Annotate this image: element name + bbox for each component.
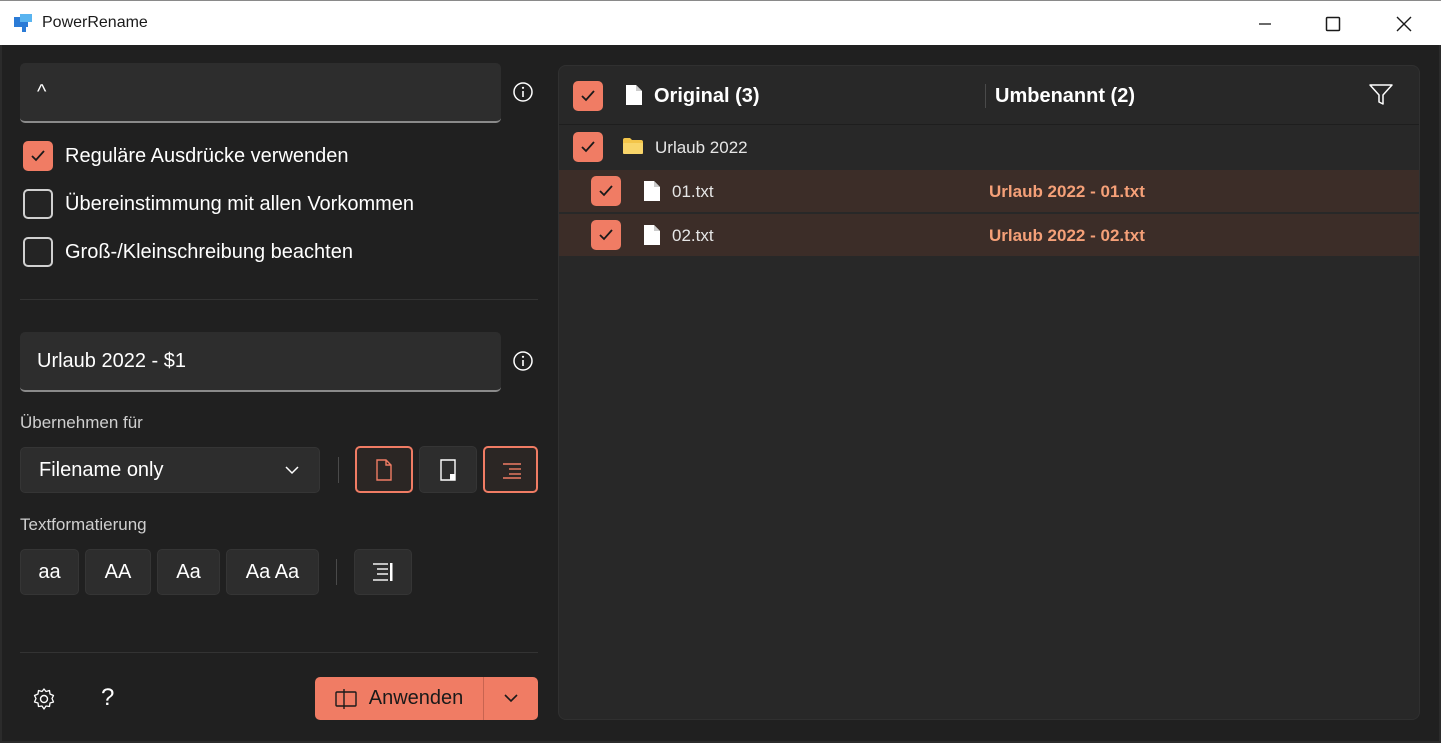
search-input-value: ^ — [37, 80, 47, 103]
filter-icon[interactable] — [1369, 84, 1393, 106]
maximize-icon — [1325, 16, 1341, 31]
text-format-label: Textformatierung — [20, 515, 147, 534]
case-sensitive-checkbox[interactable] — [23, 237, 53, 267]
rename-icon — [335, 688, 357, 709]
row-renamed-name: Urlaub 2022 - 02.txt — [989, 226, 1145, 245]
column-header-renamed[interactable]: Umbenannt (2) — [995, 85, 1135, 108]
close-icon — [1396, 16, 1412, 31]
table-row[interactable]: 01.txt Urlaub 2022 - 01.txt — [559, 170, 1419, 212]
row-checkbox[interactable] — [591, 220, 621, 250]
checkmark-icon — [599, 185, 613, 197]
powerrename-app-icon — [14, 14, 32, 32]
row-original-name: 02.txt — [672, 226, 714, 245]
file-icon — [626, 85, 642, 105]
include-folders-button[interactable] — [419, 446, 477, 493]
uppercase-button[interactable]: AA — [85, 549, 151, 595]
checkmark-icon — [31, 150, 45, 162]
apply-options-dropdown[interactable] — [484, 677, 538, 720]
search-info-icon[interactable] — [512, 81, 534, 103]
folder-icon — [623, 138, 643, 154]
row-checkbox[interactable] — [591, 176, 621, 206]
title-bar: PowerRename — [0, 0, 1441, 45]
divider — [20, 299, 538, 300]
close-button[interactable] — [1381, 1, 1427, 46]
match-all-label: Übereinstimmung mit allen Vorkommen — [65, 193, 415, 215]
file-extension-icon — [440, 458, 456, 481]
divider — [20, 652, 538, 653]
chevron-down-icon — [285, 465, 299, 474]
enumerate-list-icon — [373, 563, 393, 581]
include-files-button[interactable] — [355, 446, 413, 493]
capitalize-each-word-button[interactable]: Aa Aa — [226, 549, 319, 595]
column-header-original[interactable]: Original (3) — [654, 85, 760, 108]
file-icon — [644, 181, 660, 201]
regex-checkbox[interactable] — [23, 141, 53, 171]
row-checkbox[interactable] — [573, 132, 603, 162]
checkmark-icon — [599, 229, 613, 241]
search-input[interactable]: ^ — [20, 63, 501, 123]
maximize-button[interactable] — [1310, 1, 1356, 46]
file-icon — [644, 225, 660, 245]
table-row[interactable]: 02.txt Urlaub 2022 - 02.txt — [559, 214, 1419, 256]
replace-input[interactable]: Urlaub 2022 - $1 — [20, 332, 501, 392]
include-subfolders-button[interactable] — [483, 446, 538, 493]
apply-for-selected: Filename only — [39, 458, 164, 481]
replace-input-value: Urlaub 2022 - $1 — [37, 349, 186, 372]
minimize-icon — [1259, 22, 1271, 25]
apply-button[interactable]: Anwenden — [315, 677, 484, 720]
select-all-checkbox[interactable] — [573, 81, 603, 111]
separator — [338, 457, 339, 483]
help-icon[interactable]: ? — [101, 684, 114, 712]
apply-for-label: Übernehmen für — [20, 413, 143, 432]
row-renamed-name: Urlaub 2022 - 01.txt — [989, 182, 1145, 201]
row-original-name: Urlaub 2022 — [655, 138, 748, 157]
preview-panel: Original (3) Umbenannt (2) Urlaub 2022 0… — [558, 65, 1420, 720]
lowercase-button[interactable]: aa — [20, 549, 79, 595]
column-separator — [985, 84, 986, 108]
chevron-down-icon — [504, 694, 518, 703]
settings-gear-icon[interactable] — [32, 687, 56, 711]
enumerate-items-button[interactable] — [354, 549, 412, 595]
apply-for-dropdown[interactable]: Filename only — [20, 447, 320, 493]
minimize-button[interactable] — [1242, 1, 1288, 46]
table-row[interactable]: Urlaub 2022 — [559, 126, 1419, 168]
separator — [336, 559, 337, 585]
apply-button-label: Anwenden — [368, 687, 464, 709]
window-title: PowerRename — [42, 14, 148, 31]
apply-split-button: Anwenden — [315, 677, 538, 720]
checkmark-icon — [581, 141, 595, 153]
file-icon — [376, 458, 392, 481]
match-all-checkbox[interactable] — [23, 189, 53, 219]
regex-label: Reguläre Ausdrücke verwenden — [65, 145, 349, 167]
replace-info-icon[interactable] — [512, 350, 534, 372]
row-original-name: 01.txt — [672, 182, 714, 201]
titlecase-button[interactable]: Aa — [157, 549, 220, 595]
case-sensitive-label: Groß-/Kleinschreibung beachten — [65, 241, 353, 263]
header-divider — [559, 124, 1419, 125]
checkmark-icon — [581, 90, 595, 102]
subfolder-list-icon — [502, 462, 521, 479]
